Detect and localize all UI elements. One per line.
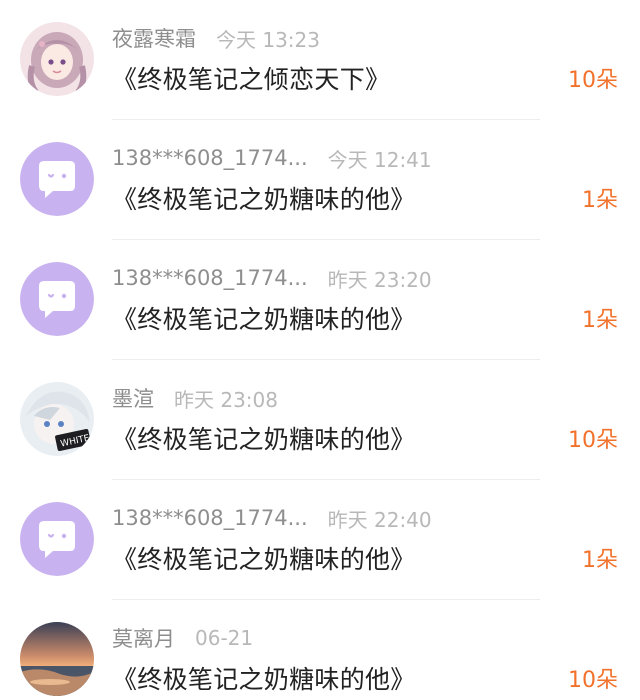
user-name[interactable]: 莫离月 (112, 623, 175, 653)
book-title[interactable]: 《终极笔记之倾恋天下》 (112, 60, 390, 96)
list-item[interactable]: 138***608_1774... 今天 12:41 《终极笔记之奶糖味的他》 … (0, 120, 640, 240)
gift-count: 10朵 (568, 668, 618, 693)
timestamp: 昨天 22:40 (327, 507, 432, 532)
user-name[interactable]: 138***608_1774... (112, 146, 308, 170)
gift-count: 10朵 (568, 68, 618, 93)
avatar[interactable] (20, 622, 94, 696)
book-title[interactable]: 《终极笔记之奶糖味的他》 (112, 180, 416, 216)
gift-count: 1朵 (582, 548, 618, 573)
user-name[interactable]: 墨渲 (112, 383, 154, 413)
chat-bubble-default-avatar-icon (20, 262, 94, 336)
gift-count: 1朵 (582, 188, 618, 213)
sunset-landscape-avatar-icon (20, 622, 94, 696)
avatar[interactable]: WHITE (20, 382, 94, 456)
anime-girl-avatar-icon (20, 22, 94, 96)
list-item[interactable]: WHITE 墨渲 昨天 23:08 《终极笔记之奶糖味的他》 10朵 (0, 360, 640, 480)
timestamp: 今天 13:23 (216, 27, 320, 52)
list-item[interactable]: 138***608_1774... 昨天 22:40 《终极笔记之奶糖味的他》 … (0, 480, 640, 600)
gift-count: 1朵 (582, 308, 618, 333)
book-title[interactable]: 《终极笔记之奶糖味的他》 (112, 300, 416, 336)
book-title[interactable]: 《终极笔记之奶糖味的他》 (112, 420, 416, 456)
list-item[interactable]: 莫离月 06-21 《终极笔记之奶糖味的他》 10朵 (0, 600, 640, 700)
book-title[interactable]: 《终极笔记之奶糖味的他》 (112, 540, 416, 576)
user-name[interactable]: 138***608_1774... (112, 506, 308, 530)
user-name[interactable]: 138***608_1774... (112, 266, 308, 290)
avatar[interactable] (20, 502, 94, 576)
user-name[interactable]: 夜露寒霜 (112, 23, 196, 53)
list-item[interactable]: 夜露寒霜 今天 13:23 《终极笔记之倾恋天下》 10朵 (0, 0, 640, 120)
chat-bubble-default-avatar-icon (20, 502, 94, 576)
anime-boy-avatar-icon: WHITE (20, 382, 94, 456)
list-item[interactable]: 138***608_1774... 昨天 23:20 《终极笔记之奶糖味的他》 … (0, 240, 640, 360)
timestamp: 昨天 23:20 (327, 267, 432, 292)
avatar[interactable] (20, 22, 94, 96)
timestamp: 昨天 23:08 (174, 387, 278, 412)
avatar[interactable] (20, 262, 94, 336)
avatar[interactable] (20, 142, 94, 216)
book-title[interactable]: 《终极笔记之奶糖味的他》 (112, 660, 416, 696)
timestamp: 06-21 (195, 626, 254, 650)
timestamp: 今天 12:41 (327, 147, 432, 172)
chat-bubble-default-avatar-icon (20, 142, 94, 216)
gift-count: 10朵 (568, 428, 618, 453)
gift-record-list: 夜露寒霜 今天 13:23 《终极笔记之倾恋天下》 10朵 138***608_… (0, 0, 640, 700)
